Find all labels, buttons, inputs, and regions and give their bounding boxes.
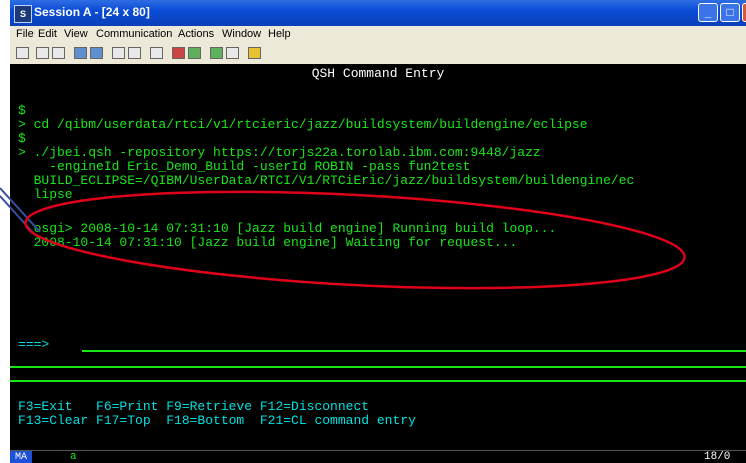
- maximize-button[interactable]: □: [720, 3, 740, 22]
- menu-communication[interactable]: Communication: [96, 28, 172, 40]
- help-icon[interactable]: [226, 47, 239, 59]
- function-keys-line-2: F13=Clear F17=Top F18=Bottom F21=CL comm…: [18, 413, 416, 428]
- session-icon: S: [14, 5, 32, 23]
- terminal-line: -engineId Eric_Demo_Build -userId ROBIN …: [18, 159, 471, 174]
- title-bar[interactable]: S Session A - [24 x 80] _ □ x: [10, 0, 746, 26]
- status-indicator: a: [70, 451, 77, 463]
- terminal-line: $: [18, 131, 26, 146]
- menu-edit[interactable]: Edit: [38, 28, 57, 40]
- cursor-position: 18/0: [704, 451, 731, 463]
- display-icon[interactable]: [112, 47, 125, 59]
- function-keys-line-1: F3=Exit F6=Print F9=Retrieve F12=Disconn…: [18, 399, 370, 414]
- settings-icon[interactable]: [248, 47, 261, 59]
- record-icon[interactable]: [172, 47, 185, 59]
- divider: [10, 380, 746, 382]
- terminal-line: BUILD_ECLIPSE=/QIBM/UserData/RTCI/V1/RTC…: [18, 173, 635, 188]
- status-bar: MA a 18/0: [10, 450, 746, 463]
- send-icon[interactable]: [74, 47, 87, 59]
- menu-help[interactable]: Help: [268, 28, 291, 40]
- close-button[interactable]: x: [742, 3, 746, 22]
- color-icon[interactable]: [150, 47, 163, 59]
- emulator-window: S Session A - [24 x 80] _ □ x File Edit …: [10, 0, 746, 463]
- command-input[interactable]: [82, 350, 746, 352]
- command-prompt: ===>: [18, 337, 50, 352]
- macro-icon[interactable]: [210, 47, 223, 59]
- receive-icon[interactable]: [90, 47, 103, 59]
- terminal-line: > cd /qibm/userdata/rtci/v1/rtcieric/jaz…: [18, 117, 588, 132]
- window-title: Session A - [24 x 80]: [34, 5, 150, 19]
- menu-bar: File Edit View Communication Actions Win…: [10, 26, 746, 44]
- mode-indicator: MA: [10, 451, 32, 463]
- terminal-line: osgi> 2008-10-14 07:31:10 [Jazz build en…: [18, 221, 557, 236]
- screen-title: QSH Command Entry: [311, 66, 445, 81]
- toolbar: [10, 44, 746, 65]
- divider: [10, 366, 746, 368]
- terminal-line: 2008-10-14 07:31:10 [Jazz build engine] …: [18, 235, 518, 250]
- paste-icon[interactable]: [52, 47, 65, 59]
- terminal-line: > ./jbei.qsh -repository https://torjs22…: [18, 145, 541, 160]
- menu-actions[interactable]: Actions: [178, 28, 214, 40]
- terminal-line: $: [18, 103, 26, 118]
- terminal-screen[interactable]: QSH Command Entry $ > cd /qibm/userdata/…: [10, 64, 746, 450]
- menu-window[interactable]: Window: [222, 28, 261, 40]
- menu-view[interactable]: View: [64, 28, 88, 40]
- menu-file[interactable]: File: [16, 28, 34, 40]
- play-icon[interactable]: [188, 47, 201, 59]
- print-icon[interactable]: [16, 47, 29, 59]
- minimize-button[interactable]: _: [698, 3, 718, 22]
- keyboard-icon[interactable]: [128, 47, 141, 59]
- terminal-line: lipse: [18, 187, 73, 202]
- copy-icon[interactable]: [36, 47, 49, 59]
